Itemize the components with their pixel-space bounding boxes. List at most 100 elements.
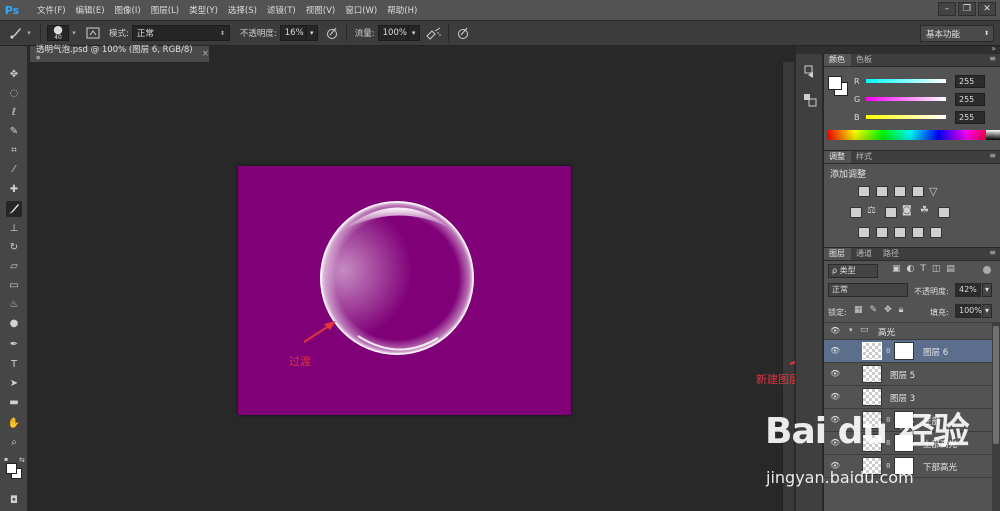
layer-opacity-dropdown-icon[interactable]: ▾	[982, 283, 992, 297]
pixel-filter-icon[interactable]: ▣	[892, 264, 901, 274]
color-spectrum-bar[interactable]	[827, 130, 1000, 140]
dodge-tool-icon[interactable]: ●	[6, 315, 22, 331]
gradient-tool-icon[interactable]: ▭	[6, 277, 22, 293]
pressure-opacity-icon[interactable]	[324, 25, 340, 41]
flow-slider-dropdown-icon[interactable]: ▾	[407, 25, 420, 41]
minimize-button[interactable]: –	[938, 2, 956, 16]
fill-input[interactable]: 100%	[955, 304, 982, 318]
brush-tool-icon[interactable]	[6, 201, 22, 217]
default-colors-icon[interactable]: ▪	[4, 456, 10, 463]
eye-icon[interactable]: 👁︎	[830, 346, 840, 356]
healing-brush-tool-icon[interactable]: ✚	[6, 181, 22, 197]
brush-tool-preset-icon[interactable]	[8, 25, 24, 41]
layer-mask-thumbnail[interactable]	[894, 342, 914, 360]
lock-position-icon[interactable]: ✥	[884, 305, 892, 315]
close-document-icon[interactable]: ×	[202, 49, 209, 59]
layers-scrollbar[interactable]	[992, 322, 1000, 511]
menu-type[interactable]: 类型(Y)	[184, 4, 223, 16]
clone-stamp-tool-icon[interactable]: ⊥	[6, 220, 22, 236]
airbrush-icon[interactable]	[425, 25, 442, 41]
gradient-map-icon[interactable]	[912, 227, 924, 238]
tab-paths[interactable]: 路径	[878, 248, 905, 260]
menu-file[interactable]: 文件(F)	[32, 4, 71, 16]
selective-color-icon[interactable]	[930, 227, 942, 238]
adjustment-filter-icon[interactable]: ◐	[907, 264, 915, 274]
fill-dropdown-icon[interactable]: ▾	[982, 304, 992, 318]
green-value-input[interactable]: 255	[955, 92, 985, 106]
panel-menu-icon[interactable]: ≡	[989, 248, 996, 257]
move-tool-icon[interactable]: ✥	[6, 66, 22, 82]
eye-icon[interactable]: 👁︎	[830, 392, 840, 402]
tool-preset-dropdown-icon[interactable]: ▾	[24, 29, 34, 37]
workspace-switcher[interactable]: 基本功能 ⬍	[920, 25, 994, 42]
menu-window[interactable]: 窗口(W)	[340, 4, 382, 16]
menu-help[interactable]: 帮助(H)	[382, 4, 422, 16]
collapse-icon[interactable]: »	[991, 44, 996, 53]
smart-object-filter-icon[interactable]: ▤	[946, 264, 955, 274]
properties-panel-icon[interactable]	[802, 92, 818, 108]
blue-slider[interactable]	[866, 115, 946, 119]
eraser-tool-icon[interactable]: ▱	[6, 258, 22, 274]
path-selection-tool-icon[interactable]: ➤	[6, 375, 22, 391]
levels-icon[interactable]	[876, 186, 888, 197]
menu-edit[interactable]: 编辑(E)	[71, 4, 110, 16]
brightness-contrast-icon[interactable]	[858, 186, 870, 197]
blend-mode-select[interactable]: 正常 ⬍	[131, 25, 230, 41]
menu-image[interactable]: 图像(I)	[110, 4, 146, 16]
eyedropper-tool-icon[interactable]: ⁄	[6, 161, 22, 177]
hand-tool-icon[interactable]: ✋	[6, 415, 22, 431]
layer-row[interactable]: 👁︎ 8 图层 6	[824, 340, 992, 363]
brush-picker-dropdown-icon[interactable]: ▾	[69, 29, 79, 37]
foreground-color-swatch[interactable]	[828, 76, 842, 90]
menu-layer[interactable]: 图层(L)	[146, 4, 184, 16]
crop-tool-icon[interactable]: ⌗	[6, 142, 22, 158]
panel-collapse-bar[interactable]: »	[824, 44, 1000, 54]
type-tool-icon[interactable]: T	[6, 356, 22, 372]
red-slider[interactable]	[866, 79, 946, 83]
layer-blend-mode-select[interactable]: 正常	[828, 283, 908, 297]
document-tab[interactable]: 透明气泡.psd @ 100% (图层 6, RGB/8) * ×	[30, 45, 210, 65]
green-slider[interactable]	[866, 97, 946, 101]
type-filter-icon[interactable]: T	[920, 264, 926, 274]
menu-select[interactable]: 选择(S)	[223, 4, 262, 16]
quick-selection-tool-icon[interactable]: ✎	[6, 123, 22, 139]
red-value-input[interactable]: 255	[955, 74, 985, 88]
canvas[interactable]	[238, 166, 571, 415]
posterize-icon[interactable]	[876, 227, 888, 238]
channel-mixer-icon[interactable]: ☘	[920, 205, 929, 216]
curves-icon[interactable]	[894, 186, 906, 197]
brush-size-picker[interactable]: ● 40	[47, 24, 69, 41]
blur-tool-icon[interactable]: ♨	[6, 296, 22, 312]
layers-scrollbar-thumb[interactable]	[993, 326, 999, 444]
spectrum-black-white[interactable]	[986, 130, 1000, 140]
blue-value-input[interactable]: 255	[955, 110, 985, 124]
hue-saturation-icon[interactable]	[850, 207, 862, 218]
lock-all-icon[interactable]: 🔒︎	[899, 305, 904, 315]
tab-swatches[interactable]: 色板	[851, 54, 878, 66]
link-icon[interactable]: 8	[886, 347, 890, 355]
tab-channels[interactable]: 通道	[851, 248, 878, 260]
vibrance-icon[interactable]: ▽	[929, 185, 937, 198]
eye-icon[interactable]: 👁︎	[830, 326, 840, 336]
layer-filter-select[interactable]: ρ 类型	[828, 264, 878, 278]
foreground-color-swatch[interactable]	[6, 463, 17, 474]
black-white-icon[interactable]	[885, 207, 897, 218]
color-balance-icon[interactable]: ⚖	[867, 205, 876, 216]
invert-icon[interactable]	[858, 227, 870, 238]
brush-panel-toggle-icon[interactable]	[85, 25, 101, 41]
shape-filter-icon[interactable]: ◫	[932, 264, 941, 274]
flow-input[interactable]: 100%	[377, 25, 408, 41]
tab-adjustments[interactable]: 调整	[824, 151, 851, 163]
menu-view[interactable]: 视图(V)	[301, 4, 340, 16]
pen-tool-icon[interactable]: ✒	[6, 336, 22, 352]
lasso-tool-icon[interactable]: ℓ	[6, 104, 22, 120]
lock-image-icon[interactable]: ✎	[870, 305, 878, 315]
layer-group-row[interactable]: 👁︎ ▾ ▭ 高光	[824, 323, 992, 340]
opacity-slider-dropdown-icon[interactable]: ▾	[305, 25, 318, 41]
quick-mask-icon[interactable]: ◘	[6, 492, 22, 508]
eye-icon[interactable]: 👁︎	[830, 369, 840, 379]
history-panel-icon[interactable]	[802, 64, 818, 80]
foreground-background-colors[interactable]: ▪ ⇆	[4, 456, 26, 479]
photo-filter-icon[interactable]: ◙	[902, 205, 912, 216]
panel-menu-icon[interactable]: ≡	[989, 151, 996, 160]
